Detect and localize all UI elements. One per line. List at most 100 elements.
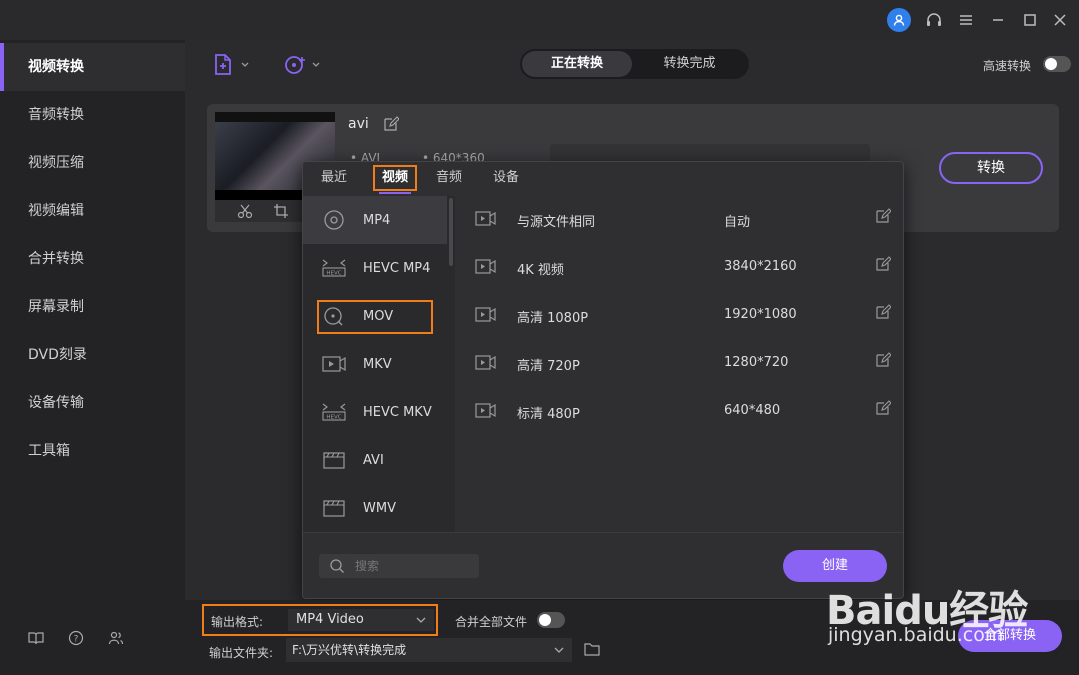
video-preset-icon [475, 306, 497, 324]
format-label: WMV [363, 500, 396, 516]
preset-row[interactable]: 4K 视频 3840*2160 [455, 244, 901, 292]
tab-converting[interactable]: 正在转换 [522, 51, 632, 77]
preset-resolution: 640*480 [724, 403, 781, 418]
video-file-icon [321, 353, 347, 375]
svg-text:HEVC: HEVC [326, 271, 341, 277]
sidebar-item-device-transfer[interactable]: 设备传输 [0, 379, 185, 427]
menu-icon[interactable] [954, 8, 978, 32]
user-avatar-icon[interactable] [887, 8, 911, 32]
video-preset-icon [475, 258, 497, 276]
tab-device[interactable]: 设备 [493, 162, 519, 194]
format-label: MP4 [363, 212, 391, 228]
sidebar-item-audio-convert[interactable]: 音频转换 [0, 91, 185, 139]
svg-text:HEVC: HEVC [326, 415, 341, 421]
format-list-scrollbar[interactable] [449, 198, 453, 266]
format-item-hevc-mp4[interactable]: HEVC HEVC MP4 [303, 244, 447, 292]
format-panel-tabs: 最近 视频 音频 设备 [303, 162, 903, 196]
fast-convert-label: 高速转换 [983, 59, 1032, 73]
edit-name-icon[interactable] [383, 116, 400, 132]
edit-preset-icon[interactable] [875, 208, 892, 224]
minimize-icon[interactable] [986, 8, 1010, 32]
title-bar [0, 0, 1079, 40]
help-icon[interactable]: ? [66, 628, 86, 648]
preset-row[interactable]: 高清 1080P 1920*1080 [455, 292, 901, 340]
preset-resolution: 1280*720 [724, 355, 789, 370]
clapper-icon [321, 449, 347, 471]
add-file-button[interactable] [213, 53, 253, 77]
edit-preset-icon[interactable] [875, 304, 892, 320]
sidebar-item-screen-record[interactable]: 屏幕录制 [0, 283, 185, 331]
preset-row[interactable]: 标清 480P 640*480 [455, 388, 901, 436]
hevc-icon: HEVC [321, 257, 347, 279]
sidebar-item-video-compress[interactable]: 视频压缩 [0, 139, 185, 187]
format-item-mp4[interactable]: MP4 [303, 196, 447, 244]
format-item-avi[interactable]: AVI [303, 436, 447, 484]
file-name: avi [348, 116, 369, 132]
output-folder-label: 输出文件夹: [209, 646, 274, 660]
tab-recent[interactable]: 最近 [321, 162, 347, 194]
close-icon[interactable] [1048, 8, 1072, 32]
preset-name: 高清 720P [517, 359, 580, 374]
output-format-label: 输出格式: [211, 615, 264, 629]
video-preset-icon [475, 354, 497, 372]
output-format-select[interactable]: MP4 Video [288, 609, 434, 631]
clapper-icon [321, 497, 347, 519]
preset-resolution: 3840*2160 [724, 259, 797, 274]
toolbar: 正在转换 转换完成 高速转换 [185, 40, 1079, 90]
tab-audio[interactable]: 音频 [436, 162, 462, 194]
edit-preset-icon[interactable] [875, 400, 892, 416]
merge-all-toggle[interactable] [537, 612, 565, 628]
sidebar-item-video-edit[interactable]: 视频编辑 [0, 187, 185, 235]
scissors-icon[interactable] [237, 203, 253, 223]
preset-name: 标清 480P [517, 407, 580, 422]
hevc-icon: HEVC [321, 401, 347, 423]
mov-highlight-box [317, 300, 433, 334]
sidebar-item-video-convert[interactable]: 视频转换 [0, 43, 185, 91]
tab-converted[interactable]: 转换完成 [632, 51, 747, 77]
edit-preset-icon[interactable] [875, 352, 892, 368]
output-format-highlight-box: 输出格式: MP4 Video [202, 604, 438, 636]
preset-resolution: 自动 [724, 215, 751, 230]
maximize-icon[interactable] [1018, 8, 1042, 32]
preset-resolution: 1920*1080 [724, 307, 797, 322]
conversion-status-tabs: 正在转换 转换完成 [520, 49, 749, 79]
headset-support-icon[interactable] [922, 8, 946, 32]
sidebar-item-dvd-burn[interactable]: DVD刻录 [0, 331, 185, 379]
output-folder-select[interactable]: F:\万兴优转\转换完成 [286, 638, 572, 662]
disc-icon [321, 209, 347, 231]
video-preset-icon [475, 402, 497, 420]
tab-video[interactable]: 视频 [373, 165, 417, 194]
format-search[interactable] [319, 554, 479, 578]
watermark-url: jingyan.baidu.com [828, 624, 1004, 646]
format-item-mkv[interactable]: MKV [303, 340, 447, 388]
video-preset-icon [475, 210, 497, 228]
folder-icon[interactable] [584, 642, 600, 660]
preset-row[interactable]: 与源文件相同 自动 [455, 196, 901, 244]
format-label: AVI [363, 452, 384, 468]
search-input[interactable] [355, 558, 473, 574]
edit-preset-icon[interactable] [875, 256, 892, 272]
svg-text:?: ? [74, 635, 79, 645]
format-panel: 最近 视频 音频 设备 MP4 HEVC HEVC MP4 MOV MKV HE… [302, 161, 904, 599]
format-item-hevc-mkv[interactable]: HEVC HEVC MKV [303, 388, 447, 436]
preset-name: 4K 视频 [517, 263, 564, 278]
output-format-value: MP4 Video [296, 612, 364, 627]
output-folder-value: F:\万兴优转\转换完成 [292, 643, 407, 657]
convert-button[interactable]: 转换 [939, 152, 1043, 184]
add-disc-button[interactable] [284, 53, 324, 77]
format-item-wmv[interactable]: WMV [303, 484, 447, 532]
preset-name: 高清 1080P [517, 311, 589, 326]
book-icon[interactable] [26, 628, 46, 648]
sidebar-item-toolbox[interactable]: 工具箱 [0, 427, 185, 475]
crop-icon[interactable] [273, 203, 289, 223]
preset-row[interactable]: 高清 720P 1280*720 [455, 340, 901, 388]
chevron-down-icon [416, 609, 426, 639]
fast-convert-toggle[interactable] [1043, 56, 1071, 72]
sidebar: 视频转换 音频转换 视频压缩 视频编辑 合并转换 屏幕录制 DVD刻录 设备传输… [0, 40, 185, 675]
sidebar-item-merge[interactable]: 合并转换 [0, 235, 185, 283]
baidu-watermark: Baidu经验 jingyan.baidu.com [826, 578, 1046, 662]
format-label: HEVC MKV [363, 404, 432, 420]
panel-divider [303, 532, 903, 533]
format-list: MP4 HEVC HEVC MP4 MOV MKV HEVC HEVC MKV [303, 196, 455, 532]
users-icon[interactable] [106, 628, 126, 648]
